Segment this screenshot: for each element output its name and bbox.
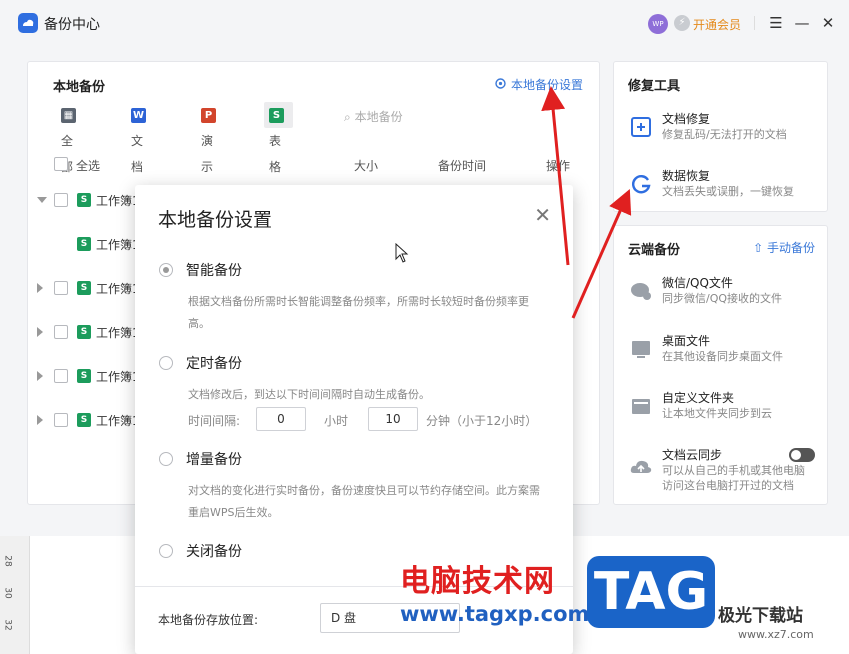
- watermark-brand: 极光下载站: [718, 606, 803, 626]
- watermark-tag-logo: TAG: [587, 556, 715, 628]
- watermark-site-url: www.tagxp.com: [400, 602, 590, 626]
- watermark-site-name: 电脑技术网: [400, 564, 555, 599]
- watermark-brand-url: www.xz7.com: [738, 628, 814, 641]
- arrow-to-settings-link: [541, 86, 570, 266]
- arrow-to-data-recovery: [571, 189, 632, 319]
